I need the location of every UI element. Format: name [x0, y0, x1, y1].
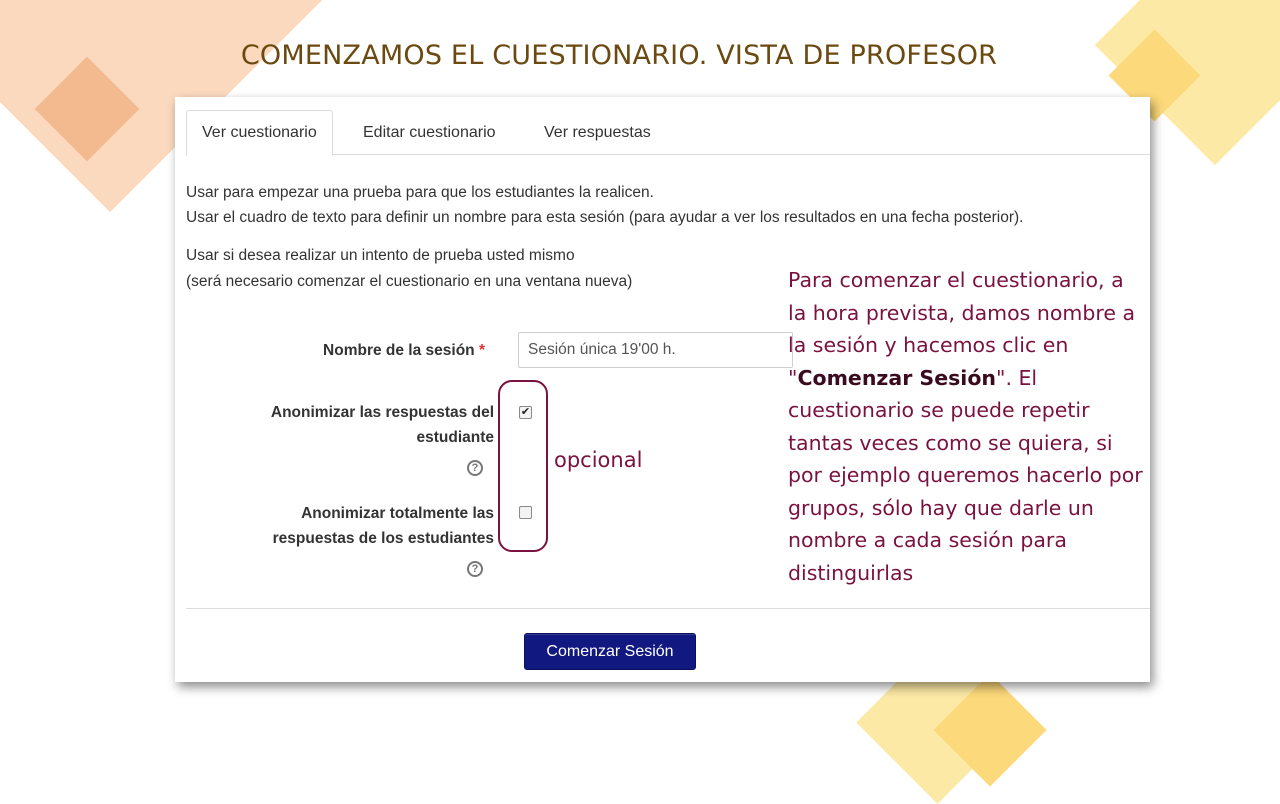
optional-bracket — [498, 380, 548, 552]
note-text-bold: Comenzar Sesión — [797, 365, 997, 390]
tab-editar-cuestionario[interactable]: Editar cuestionario — [363, 111, 496, 154]
slide-title: COMENZAMOS EL CUESTIONARIO. VISTA DE PRO… — [240, 40, 998, 71]
intro-text-3: Usar si desea realizar un intento de pru… — [186, 247, 575, 264]
intro-text-2: Usar el cuadro de texto para definir un … — [186, 209, 1024, 226]
session-name-input[interactable] — [518, 332, 793, 368]
quiz-panel: Ver cuestionario Editar cuestionario Ver… — [175, 97, 1150, 682]
tab-ver-respuestas[interactable]: Ver respuestas — [544, 111, 651, 154]
intro-text-1: Usar para empezar una prueba para que lo… — [186, 184, 654, 201]
session-name-label: Nombre de la sesión * — [323, 342, 485, 360]
anon-label-line2: estudiante — [416, 429, 494, 446]
help-icon[interactable]: ? — [467, 561, 483, 577]
anon-label-line1: Anonimizar las respuestas del — [270, 404, 494, 421]
optional-annotation: opcional — [554, 448, 643, 472]
required-asterisk: * — [478, 342, 485, 359]
form-divider — [186, 608, 1150, 609]
instruction-note: Para comenzar el cuestionario, a la hora… — [788, 264, 1148, 589]
intro-text-4: (será necesario comenzar el cuestionario… — [186, 273, 633, 290]
tab-ver-cuestionario[interactable]: Ver cuestionario — [186, 110, 333, 156]
full-anon-label-line2: respuestas de los estudiantes — [272, 530, 494, 547]
session-name-label-text: Nombre de la sesión — [323, 342, 475, 359]
help-icon[interactable]: ? — [467, 460, 483, 476]
start-session-button[interactable]: Comenzar Sesión — [524, 633, 696, 670]
full-anon-label-line1: Anonimizar totalmente las — [301, 505, 494, 522]
note-text-part2: ". El cuestionario se puede repetir tant… — [788, 365, 1143, 585]
